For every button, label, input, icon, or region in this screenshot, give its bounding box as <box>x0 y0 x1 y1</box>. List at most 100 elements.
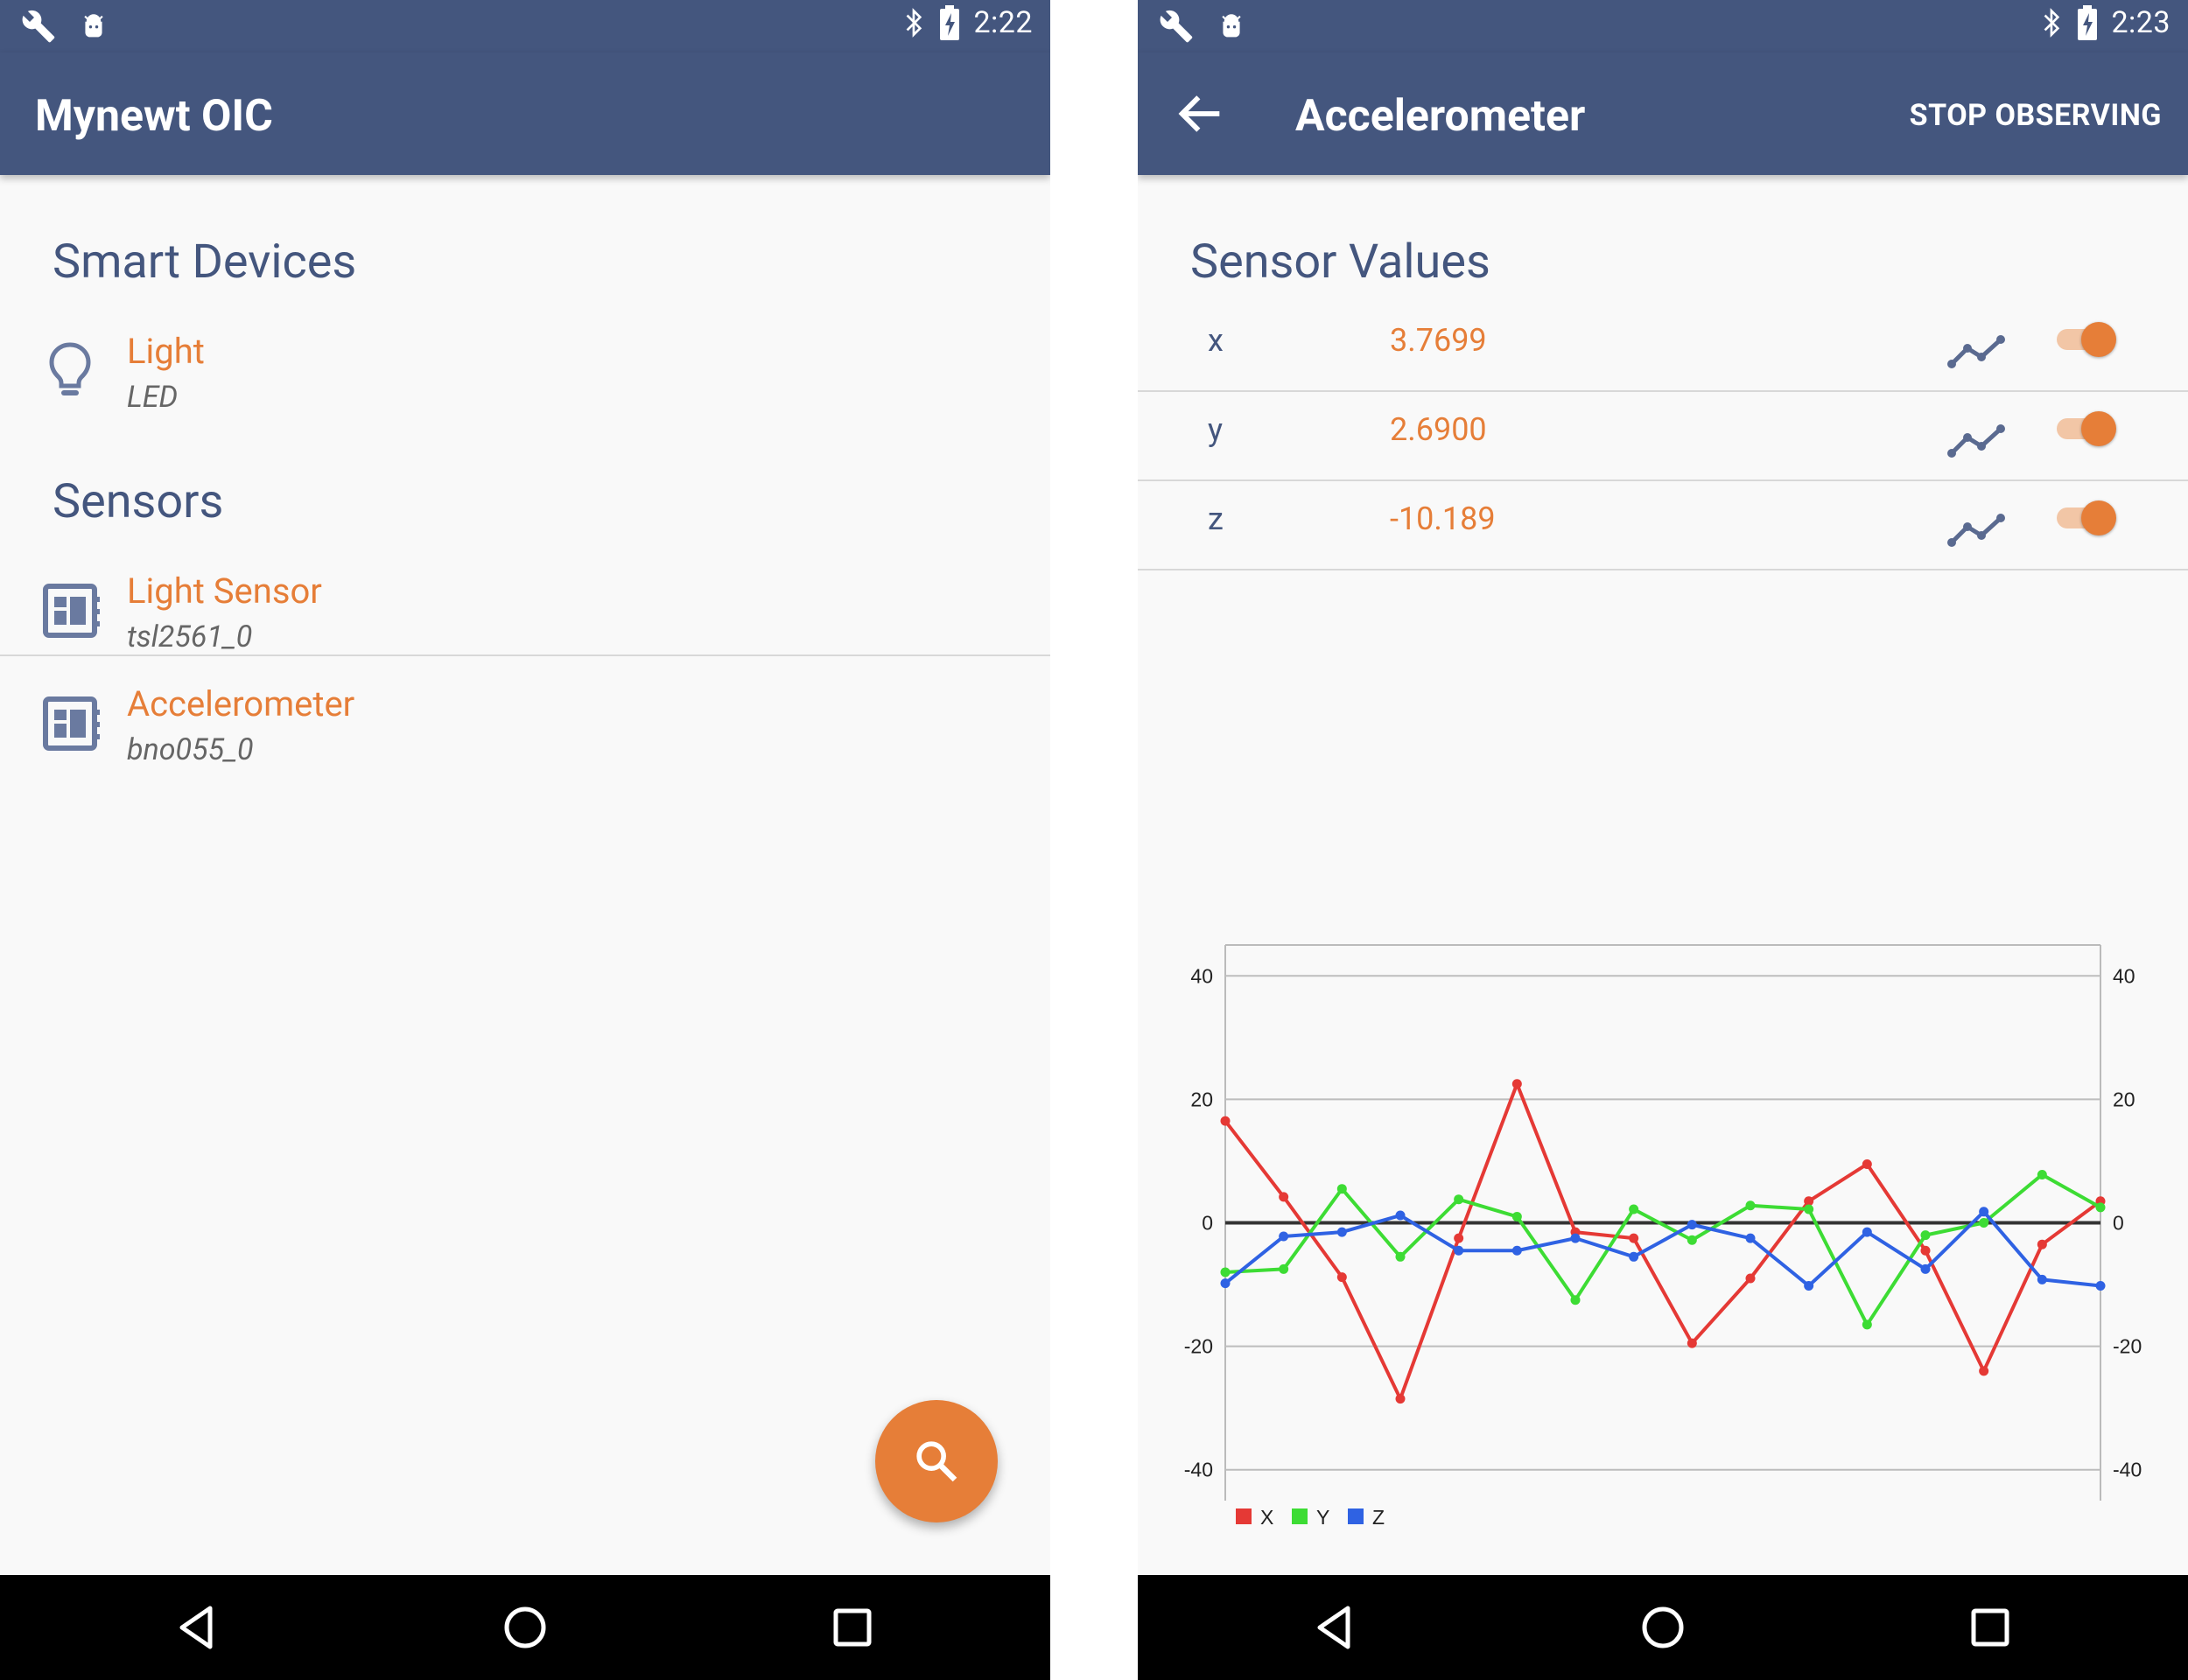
data-point-z <box>1454 1245 1464 1256</box>
navigation-bar <box>1138 1575 2188 1680</box>
sensor-value: 2.6900 <box>1390 411 1487 448</box>
data-point-x <box>1220 1116 1231 1126</box>
data-point-x <box>1862 1158 1872 1169</box>
status-bar: 2:23 <box>1138 0 2188 52</box>
legend-swatch-y <box>1292 1508 1308 1524</box>
data-point-x <box>1687 1338 1697 1348</box>
data-point-z <box>1395 1210 1406 1221</box>
android-debug-icon <box>84 14 103 38</box>
data-point-z <box>1570 1233 1581 1243</box>
home-nav-icon[interactable] <box>1637 1601 1689 1654</box>
battery-charging-icon <box>940 5 960 40</box>
graph-icon[interactable] <box>1945 327 2013 371</box>
data-point-y <box>1979 1218 1989 1228</box>
data-point-z <box>2095 1280 2106 1291</box>
data-point-z <box>1745 1233 1756 1243</box>
y-tick-label-right: 0 <box>2113 1212 2124 1235</box>
data-point-x <box>1979 1366 1989 1376</box>
search-icon <box>916 1441 957 1482</box>
data-point-z <box>1629 1251 1639 1262</box>
data-point-y <box>1454 1194 1464 1205</box>
sensor-values-header: Sensor Values <box>1190 234 1490 290</box>
list-item-title: Accelerometer <box>127 683 355 724</box>
graph-icon[interactable] <box>1945 506 2013 550</box>
data-point-z <box>1336 1227 1347 1237</box>
stop-observing-button[interactable]: STOP OBSERVING <box>1910 98 2162 133</box>
sensor-value: -10.189 <box>1390 500 1496 537</box>
sensor-detail-screen: 2:23 Accelerometer STOP OBSERVING Sensor… <box>1138 0 2188 1680</box>
sensor-row-x: x 3.7699 <box>1138 303 2188 392</box>
list-item-subtitle: bno055_0 <box>127 732 254 767</box>
y-tick-label-left: -40 <box>1184 1459 1213 1481</box>
y-tick-label-right: -20 <box>2113 1335 2142 1358</box>
toggle-switch[interactable] <box>2055 410 2116 448</box>
status-time: 2:23 <box>2111 5 2170 40</box>
list-item-title: Light Sensor <box>127 570 322 612</box>
y-tick-label-right: 20 <box>2113 1088 2135 1110</box>
status-bar: 2:22 <box>0 0 1050 52</box>
search-fab-button[interactable] <box>875 1400 998 1522</box>
data-point-z <box>1279 1231 1289 1242</box>
data-point-y <box>1687 1235 1697 1245</box>
chip-icon <box>43 696 100 751</box>
data-point-x <box>1336 1272 1347 1283</box>
legend-label-y: Y <box>1316 1506 1329 1529</box>
data-point-y <box>1336 1184 1347 1194</box>
sensor-axis-label: x <box>1208 322 1224 359</box>
data-point-x <box>1511 1079 1522 1089</box>
data-point-y <box>1220 1267 1231 1278</box>
list-item-subtitle: LED <box>127 380 179 415</box>
data-point-x <box>1629 1233 1639 1243</box>
back-nav-icon[interactable] <box>1309 1601 1362 1654</box>
toggle-switch[interactable] <box>2055 499 2116 537</box>
sensor-value: 3.7699 <box>1390 322 1487 359</box>
back-arrow-icon[interactable] <box>1173 86 1229 142</box>
app-bar: Mynewt OIC <box>0 52 1050 175</box>
back-nav-icon[interactable] <box>172 1601 224 1654</box>
data-point-x <box>2037 1239 2047 1250</box>
data-point-z <box>1220 1278 1231 1289</box>
data-point-y <box>2095 1202 2106 1213</box>
data-point-y <box>1804 1204 1814 1214</box>
data-point-z <box>1979 1207 1989 1217</box>
data-point-y <box>1862 1320 1872 1330</box>
data-point-z <box>1920 1264 1931 1274</box>
list-item-subtitle: tsl2561_0 <box>127 620 253 654</box>
data-point-x <box>1454 1233 1464 1243</box>
data-point-z <box>1687 1220 1697 1230</box>
legend-swatch-z <box>1348 1508 1364 1524</box>
battery-charging-icon <box>2078 5 2098 40</box>
recents-nav-icon[interactable] <box>1964 1601 2016 1654</box>
data-point-z <box>1804 1280 1814 1291</box>
navigation-bar <box>0 1575 1050 1680</box>
data-point-y <box>1395 1251 1406 1262</box>
data-point-z <box>1862 1227 1872 1237</box>
toggle-switch[interactable] <box>2055 320 2116 359</box>
data-point-y <box>1511 1211 1522 1222</box>
recents-nav-icon[interactable] <box>826 1601 879 1654</box>
chip-icon <box>43 584 100 638</box>
graph-icon[interactable] <box>1945 416 2013 460</box>
data-point-x <box>1920 1245 1931 1256</box>
list-item-light[interactable]: Light LED <box>0 320 1050 434</box>
data-point-x <box>1279 1192 1289 1202</box>
home-nav-icon[interactable] <box>499 1601 551 1654</box>
smart-devices-header: Smart Devices <box>53 234 357 290</box>
legend-label-z: Z <box>1372 1506 1385 1529</box>
sensor-row-y: y 2.6900 <box>1138 392 2188 481</box>
data-point-z <box>1511 1245 1522 1256</box>
list-item-accelerometer[interactable]: Accelerometer bno055_0 <box>0 673 1050 787</box>
data-point-y <box>2037 1169 2047 1180</box>
data-point-y <box>1279 1264 1289 1274</box>
list-item-title: Light <box>127 331 205 372</box>
bluetooth-icon <box>907 8 922 38</box>
android-debug-icon <box>1222 14 1241 38</box>
data-point-y <box>1745 1200 1756 1211</box>
sensor-axis-label: y <box>1208 411 1224 448</box>
legend-label-x: X <box>1260 1506 1273 1529</box>
list-item-light-sensor[interactable]: Light Sensor tsl2561_0 <box>0 560 1050 674</box>
bluetooth-icon <box>2044 8 2060 38</box>
y-tick-label-left: 0 <box>1202 1212 1213 1235</box>
data-point-y <box>1629 1204 1639 1214</box>
y-tick-label-left: 40 <box>1190 964 1213 987</box>
